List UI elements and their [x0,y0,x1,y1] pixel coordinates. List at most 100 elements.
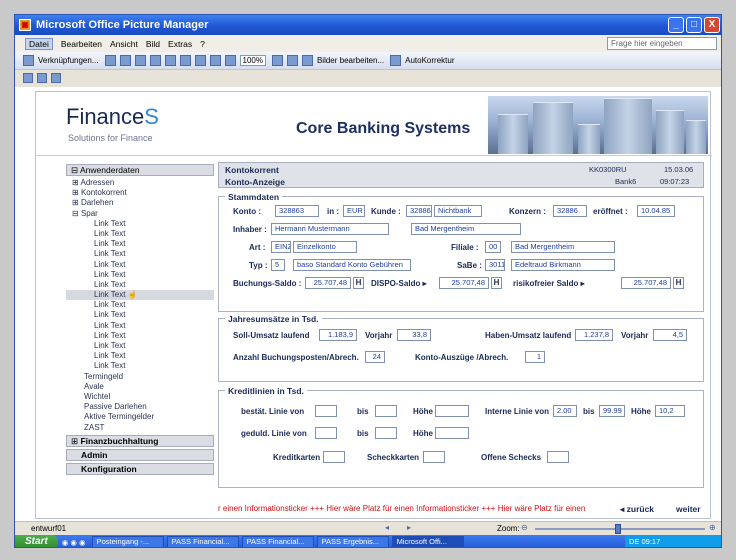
menu-ansicht[interactable]: Ansicht [110,39,138,49]
task-pass-ergebnis[interactable]: PASS Ergebnis... [316,536,389,547]
bestaet-bis-field[interactable] [375,405,397,417]
geduld-hoehe-field[interactable] [435,427,469,439]
delete-icon[interactable] [194,55,206,66]
vorjahr-field-2[interactable]: 4,5 [653,329,687,341]
sidebar-item-termingeld[interactable]: Termingeld [66,372,214,382]
filmstrip-view-icon[interactable] [37,73,47,83]
menu-datei[interactable]: Datei [25,37,53,50]
bestaet-von-field[interactable] [315,405,337,417]
task-posteingang[interactable]: Posteingang -... [91,536,164,547]
rotate-left-icon[interactable] [271,55,283,66]
print-icon[interactable] [119,55,131,66]
art-text-field[interactable]: Einzelkonto [293,241,357,253]
sidebar-item-kontokorrent[interactable]: ⊞ Kontokorrent [66,188,214,198]
task-pass-financial-2[interactable]: PASS Financial... [241,536,314,547]
risikofreier-saldo-field[interactable]: 25.707,48 [621,277,671,289]
kontoauszuege-field[interactable]: 1 [525,351,545,363]
currency-field[interactable]: EUR [343,205,365,217]
minimize-button[interactable]: _ [668,17,684,33]
sidebar-link[interactable]: Link Text [66,300,214,310]
sidebar-link[interactable]: Link Text [66,229,214,239]
interne-von-field[interactable]: 2.00 [553,405,577,417]
autocorrect-button[interactable]: AutoKorrektur [405,56,454,65]
sidebar-link[interactable]: Link Text [66,249,214,259]
shortcuts-button[interactable]: Verknüpfungen... [38,56,99,65]
inhaber-field[interactable]: Hermann Mustermann [271,223,389,235]
eroeffnet-field[interactable]: 10.04.85 [637,205,675,217]
sidebar-link-selected[interactable]: Link Text ☝ [66,290,214,301]
task-pass-financial-1[interactable]: PASS Financial... [166,536,239,547]
sidebar-link[interactable]: Link Text [66,280,214,290]
edit-pictures-button[interactable]: Bilder bearbeiten... [317,56,384,65]
soll-umsatz-field[interactable]: 1.183,9 [319,329,357,341]
ort-field[interactable]: Bad Mergentheim [411,223,521,235]
sidebar-link[interactable]: Link Text [66,310,214,320]
sidebar-item-avale[interactable]: Avale [66,382,214,392]
menu-extras[interactable]: Extras [168,39,192,49]
art-code-field[interactable]: EINZ [271,241,291,253]
geduld-bis-field[interactable] [375,427,397,439]
interne-hoehe-field[interactable]: 10,2 [655,405,685,417]
sidebar-finanzbuchhaltung[interactable]: ⊞ Finanzbuchhaltung [66,434,214,447]
sidebar-item-wichtel[interactable]: Wichtel [66,392,214,402]
next-button[interactable]: weiter ▸ [676,502,704,521]
sidebar-item-spar[interactable]: ⊟ Spar [66,209,214,219]
zoom-in-icon[interactable]: ⊕ [709,523,716,532]
sabe-code-field[interactable]: 3011 [485,259,505,271]
bestaet-hoehe-field[interactable] [435,405,469,417]
sidebar-link[interactable]: Link Text [66,351,214,361]
cut-icon[interactable] [149,55,161,66]
interne-bis-field[interactable]: 99.99 [599,405,625,417]
paste-icon[interactable] [179,55,191,66]
sidebar-link[interactable]: Link Text [66,361,214,371]
filiale-text-field[interactable]: Bad Mergentheim [511,241,615,253]
buchungs-saldo-field[interactable]: 25.707,48 [305,277,351,289]
email-icon[interactable] [134,55,146,66]
konzern-field[interactable]: 32886 [553,205,587,217]
thumbnail-view-icon[interactable] [23,73,33,83]
sidebar-link[interactable]: Link Text [66,341,214,351]
rotate-right-icon[interactable] [286,55,298,66]
sidebar-link[interactable]: Link Text [66,239,214,249]
konto-field[interactable]: 328863 [275,205,319,217]
redo-icon[interactable] [224,55,236,66]
menu-help[interactable]: ? [200,39,205,49]
dispo-saldo-link[interactable]: DISPO-Saldo ▸ [371,279,427,288]
sidebar-item-adressen[interactable]: ⊞ Adressen [66,178,214,188]
sidebar-link[interactable]: Link Text [66,321,214,331]
typ-text-field[interactable]: baso Standard Konto Gebühren [293,259,411,271]
zoom-slider-thumb[interactable] [615,524,621,534]
zoom-select[interactable]: 100% [239,55,266,66]
sabe-text-field[interactable]: Edeltraud Birkmann [511,259,615,271]
zoom-out-icon[interactable]: ⊖ [521,523,528,532]
help-search-input[interactable]: Frage hier eingeben [607,37,717,50]
sidebar-item-passive-darlehen[interactable]: Passive Darlehen [66,402,214,412]
sidebar-item-aktive-termingelder[interactable]: Aktive Termingelder [66,412,214,422]
kunde-name-field[interactable]: Nichtbank [434,205,482,217]
prev-picture-icon[interactable]: ◂ [385,523,389,532]
sidebar-link[interactable]: Link Text [66,270,214,280]
menu-bearbeiten[interactable]: Bearbeiten [61,39,102,49]
offene-schecks-field[interactable] [547,451,569,463]
sidebar-item-zast[interactable]: ZAST [66,423,214,433]
kreditkarten-field[interactable] [323,451,345,463]
single-view-icon[interactable] [51,73,61,83]
dispo-saldo-field[interactable]: 25.707,48 [439,277,489,289]
back-button[interactable]: ◂ zurück [620,502,654,516]
start-button[interactable]: Start [15,535,58,547]
buchungsposten-field[interactable]: 24 [365,351,385,363]
vorjahr-field-1[interactable]: 33,8 [397,329,431,341]
scheckkarten-field[interactable] [423,451,445,463]
sidebar-item-darlehen[interactable]: ⊞ Darlehen [66,198,214,208]
copy-icon[interactable] [164,55,176,66]
save-icon[interactable] [104,55,116,66]
sidebar-link[interactable]: Link Text [66,331,214,341]
filiale-code-field[interactable]: 00 [485,241,501,253]
sidebar-admin[interactable]: Admin [66,448,214,461]
quicklaunch-icons[interactable]: ◉ ◉ ◉ [62,538,86,547]
typ-code-field[interactable]: 5 [271,259,285,271]
kunde-number-field[interactable]: 32886 [406,205,432,217]
risikofreier-saldo-link[interactable]: risikofreier Saldo ▸ [513,279,585,288]
maximize-button[interactable]: □ [686,17,702,33]
task-microsoft-office[interactable]: Microsoft Offi... [391,536,464,547]
